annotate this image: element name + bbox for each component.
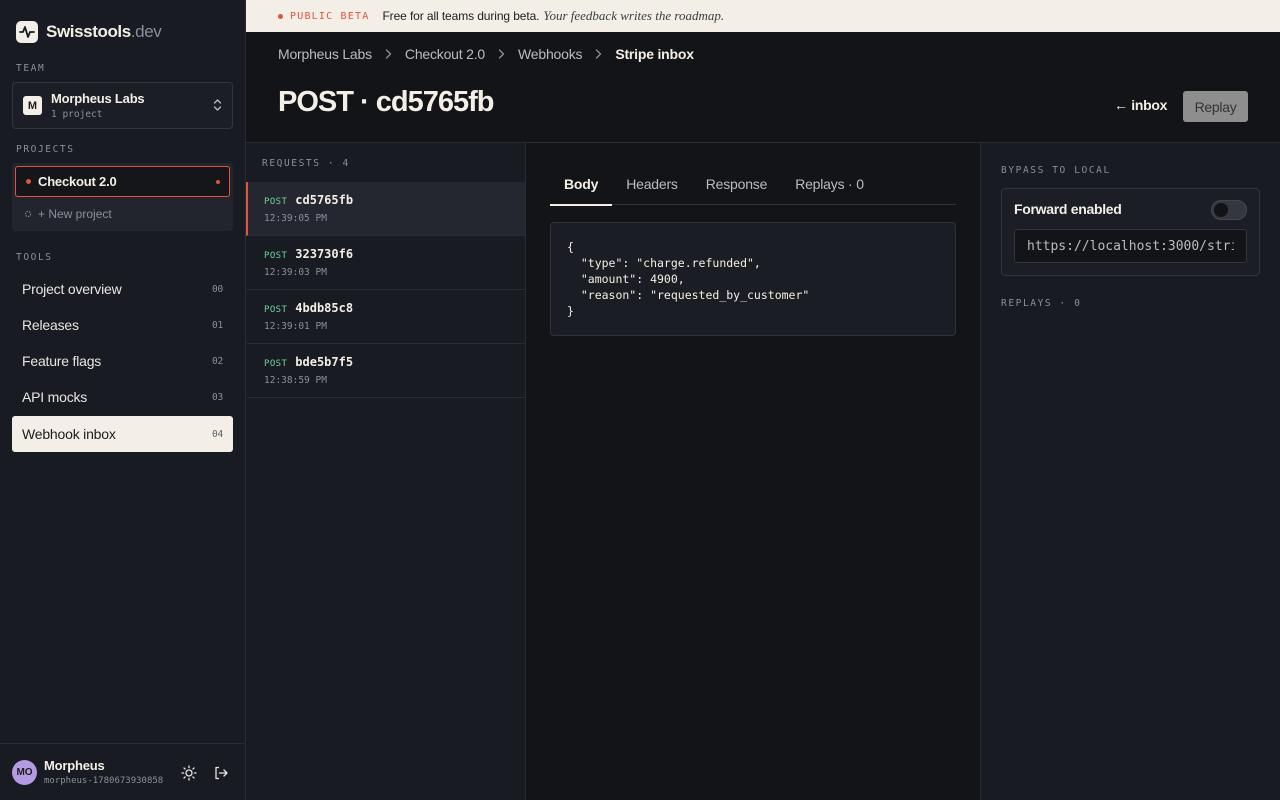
- team-switcher[interactable]: M Morpheus Labs 1 project: [12, 82, 233, 129]
- active-dot-icon: [216, 180, 220, 184]
- beta-tag: PUBLIC BETA: [278, 11, 369, 22]
- tab-replays[interactable]: Replays · 0: [781, 163, 878, 205]
- request-row[interactable]: POST 323730f6 12:39:03 PM: [246, 236, 525, 290]
- new-project-button[interactable]: + New project: [24, 207, 112, 221]
- bypass-label: BYPASS TO LOCAL: [1001, 165, 1111, 176]
- request-method: POST: [264, 305, 288, 315]
- tool-feature-flags[interactable]: Feature flags 02: [12, 343, 233, 379]
- forward-title: Forward enabled: [1014, 201, 1122, 217]
- beta-banner: PUBLIC BETA Free for all teams during be…: [246, 0, 1280, 32]
- breadcrumb-team[interactable]: Morpheus Labs: [278, 46, 372, 62]
- tool-index: 00: [211, 283, 223, 295]
- team-section-label: TEAM: [16, 63, 46, 74]
- tool-project-overview[interactable]: Project overview 00: [12, 271, 233, 307]
- request-row-selected[interactable]: POST cd5765fb 12:39:05 PM: [246, 182, 525, 236]
- request-time: 12:39:03 PM: [264, 267, 327, 278]
- replay-button[interactable]: Replay: [1183, 91, 1248, 122]
- replays-label: REPLAYS · 0: [1001, 298, 1082, 309]
- tool-label: API mocks: [22, 389, 88, 405]
- request-time: 12:39:01 PM: [264, 321, 327, 332]
- user-id: morpheus-1780673930858: [44, 776, 164, 786]
- sparkle-icon: [24, 207, 32, 221]
- projects-section-label: PROJECTS: [16, 144, 75, 155]
- request-row[interactable]: POST bde5b7f5 12:38:59 PM: [246, 344, 525, 398]
- brand-logo[interactable]: Swisstools.dev: [16, 21, 162, 43]
- tool-api-mocks[interactable]: API mocks 03: [12, 379, 233, 415]
- tool-webhook-inbox[interactable]: Webhook inbox 04: [12, 416, 233, 452]
- tab-response[interactable]: Response: [692, 163, 781, 205]
- beta-tag-label: PUBLIC BETA: [290, 10, 370, 22]
- detail-tabs: Body Headers Response Replays · 0: [550, 163, 956, 206]
- tool-releases[interactable]: Releases 01: [12, 307, 233, 343]
- tools-section-label: TOOLS: [16, 252, 53, 263]
- logout-icon[interactable]: [212, 764, 230, 782]
- forward-url-input[interactable]: [1014, 229, 1247, 263]
- brand-name: Swisstools.dev: [46, 22, 162, 41]
- bypass-panel: BYPASS TO LOCAL Forward enabled REPLAYS …: [980, 143, 1280, 800]
- request-time: 12:39:05 PM: [264, 213, 327, 224]
- sidebar: Swisstools.dev TEAM M Morpheus Labs 1 pr…: [0, 0, 246, 800]
- requests-list: REQUESTS · 4 POST cd5765fb 12:39:05 PM P…: [246, 143, 526, 800]
- team-name: Morpheus Labs: [51, 91, 145, 106]
- banner-text: Free for all teams during beta.: [382, 9, 540, 23]
- request-id: bde5b7f5: [295, 355, 354, 369]
- status-dot-icon: [26, 179, 31, 184]
- forward-card: Forward enabled: [1001, 188, 1260, 276]
- tool-index: 01: [211, 319, 223, 331]
- banner-feedback: Your feedback writes the roadmap.: [543, 8, 725, 23]
- tab-body[interactable]: Body: [550, 163, 613, 206]
- request-method: POST: [264, 197, 288, 207]
- chevron-right-icon: [385, 49, 392, 59]
- request-row[interactable]: POST 4bdb85c8 12:39:01 PM: [246, 290, 525, 344]
- user-bar: MO Morpheus morpheus-1780673930858: [0, 743, 245, 800]
- new-project-label: + New project: [38, 207, 112, 221]
- tool-label: Project overview: [22, 281, 122, 297]
- chevron-right-icon: [595, 49, 602, 59]
- breadcrumb-current: Stripe inbox: [615, 46, 694, 62]
- tool-label: Webhook inbox: [22, 426, 116, 442]
- avatar[interactable]: MO: [12, 759, 37, 785]
- sun-icon[interactable]: [180, 764, 198, 782]
- page-title: POST · cd5765fb: [278, 86, 494, 118]
- forward-toggle[interactable]: [1211, 200, 1247, 220]
- request-id: 4bdb85c8: [295, 301, 354, 315]
- page-header: Morpheus Labs Checkout 2.0 Webhooks Stri…: [246, 32, 1280, 143]
- chevron-up-down-icon: [213, 98, 222, 117]
- toggle-knob: [1214, 203, 1228, 217]
- request-detail: Body Headers Response Replays · 0 { "typ…: [526, 143, 980, 800]
- team-project-count: 1 project: [51, 109, 103, 120]
- project-name: Checkout 2.0: [38, 174, 117, 189]
- back-to-inbox-link[interactable]: ← inbox: [1114, 97, 1167, 113]
- project-item-checkout[interactable]: Checkout 2.0: [15, 166, 230, 197]
- chevron-right-icon: [498, 49, 505, 59]
- tool-label: Releases: [22, 317, 79, 333]
- request-id: cd5765fb: [295, 193, 354, 207]
- team-avatar: M: [23, 96, 42, 115]
- request-id: 323730f6: [295, 247, 354, 261]
- pulse-logo-icon: [16, 21, 38, 43]
- tool-label: Feature flags: [22, 353, 102, 369]
- breadcrumb-webhooks[interactable]: Webhooks: [518, 46, 582, 62]
- tool-index: 02: [211, 355, 223, 367]
- request-method: POST: [264, 359, 288, 369]
- request-method: POST: [264, 251, 288, 261]
- user-name: Morpheus: [44, 758, 105, 773]
- breadcrumb-project[interactable]: Checkout 2.0: [405, 46, 485, 62]
- requests-label: REQUESTS · 4: [262, 158, 350, 169]
- projects-list: Checkout 2.0 + New project: [12, 163, 233, 231]
- tool-index: 03: [211, 391, 223, 403]
- request-body-json: { "type": "charge.refunded", "amount": 4…: [550, 222, 956, 336]
- request-time: 12:38:59 PM: [264, 375, 327, 386]
- tool-index: 04: [211, 428, 223, 440]
- beta-dot-icon: [278, 13, 283, 19]
- tab-headers[interactable]: Headers: [612, 163, 692, 205]
- breadcrumb: Morpheus Labs Checkout 2.0 Webhooks Stri…: [278, 46, 694, 62]
